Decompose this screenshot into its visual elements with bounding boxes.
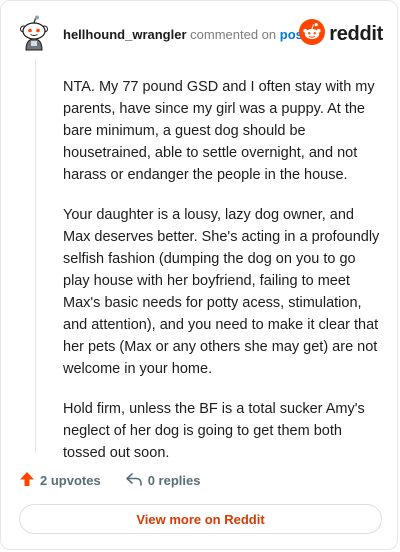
upvote-button[interactable]: 2 upvotes: [19, 471, 101, 490]
reply-button[interactable]: 0 replies: [125, 471, 201, 490]
comment-paragraph: NTA. My 77 pound GSD and I often stay wi…: [63, 79, 375, 183]
username[interactable]: hellhound_wrangler: [63, 27, 187, 42]
thread-line: [35, 59, 36, 453]
comment-paragraph: Your daughter is a lousy, lazy dog owner…: [63, 207, 380, 377]
reply-count: 0 replies: [147, 472, 201, 488]
upvote-arrow-icon: [19, 471, 40, 490]
commented-label: commented on: [190, 27, 277, 42]
snoo-avatar-icon[interactable]: [19, 15, 49, 51]
upvote-count: 2 upvotes: [40, 472, 101, 488]
comment-actions: 2 upvotes 0 replies: [19, 468, 224, 492]
comment-body: NTA. My 77 pound GSD and I often stay wi…: [63, 76, 381, 482]
reddit-logo-icon: [299, 18, 326, 50]
reddit-wordmark: reddit: [329, 22, 383, 45]
reddit-brand[interactable]: reddit: [299, 18, 383, 50]
reply-arrow-icon: [125, 471, 148, 490]
view-more-button[interactable]: View more on Reddit: [19, 504, 382, 534]
comment-header: hellhound_wrangler commented on post red: [19, 15, 383, 55]
comment-paragraph: Hold firm, unless the BF is a total suck…: [63, 401, 365, 461]
comment-meta: hellhound_wrangler commented on post: [63, 27, 307, 42]
comment-embed-card: hellhound_wrangler commented on post red: [0, 0, 398, 550]
